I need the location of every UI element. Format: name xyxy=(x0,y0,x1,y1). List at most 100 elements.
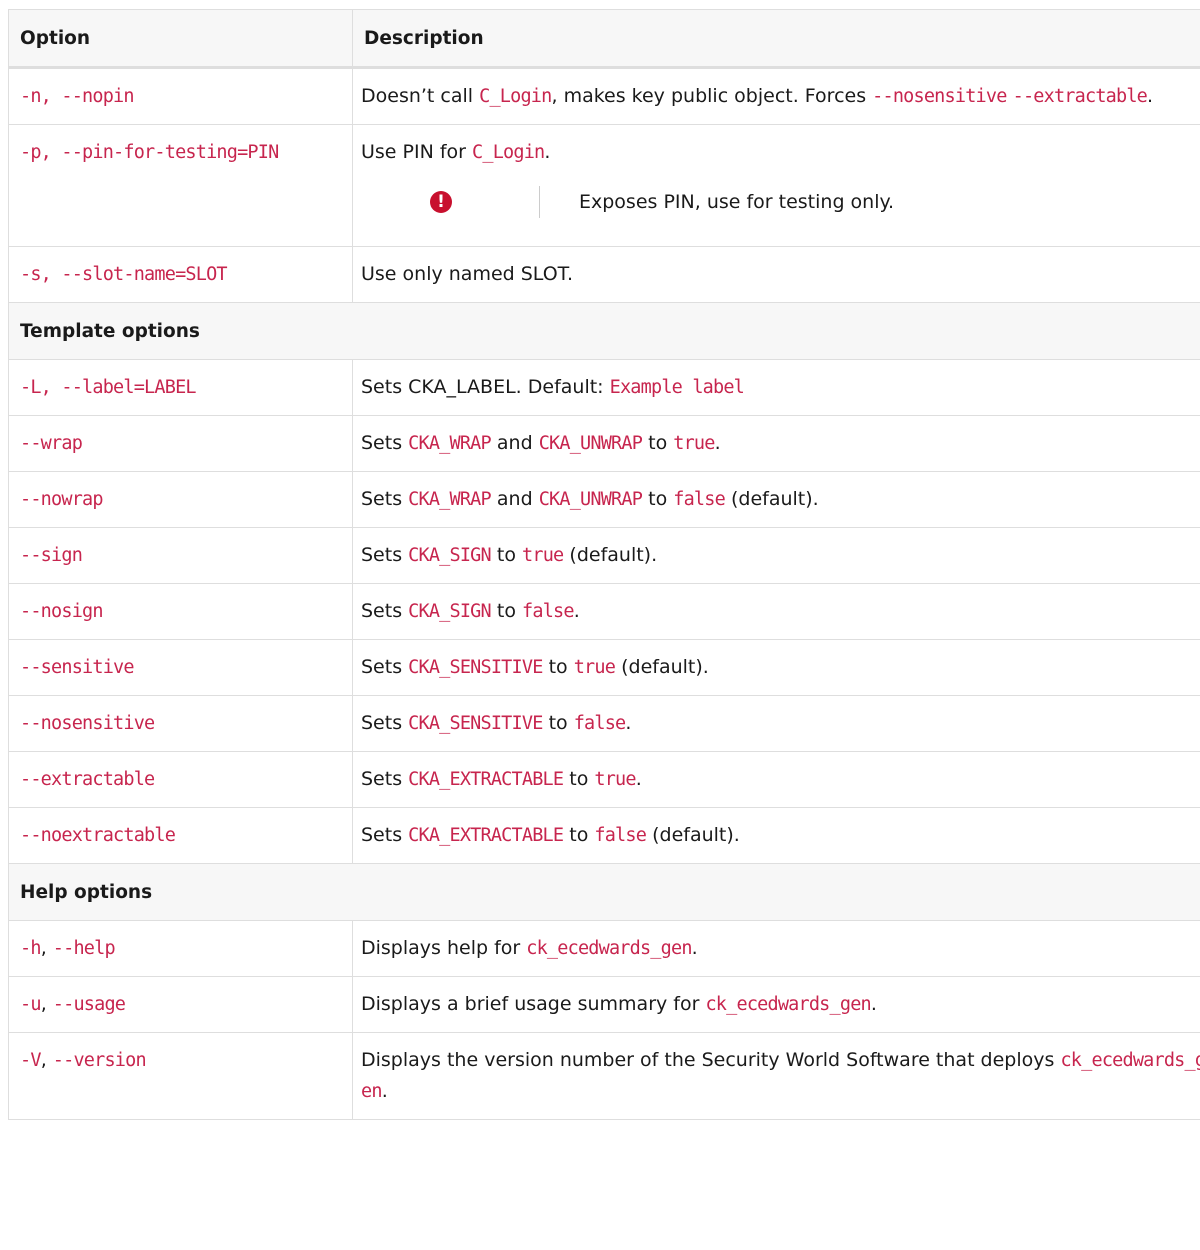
text-fragment: . xyxy=(625,712,632,734)
option-name: --sign xyxy=(20,545,83,566)
option-name: --extractable xyxy=(20,769,155,790)
text-fragment: , makes key public object. Forces xyxy=(551,85,873,107)
text-fragment: . xyxy=(714,432,721,454)
option-name: --wrap xyxy=(20,433,83,454)
table-row: --sensitive Sets CKA_SENSITIVE to true (d… xyxy=(8,639,1200,696)
description-cell: Sets CKA_LABEL. Default: Example label xyxy=(352,359,1200,416)
option-name: --nosensitive xyxy=(20,713,155,734)
description-cell: Displays a brief usage summary for ck_ec… xyxy=(352,976,1200,1033)
table-row: -L, --label=LABEL Sets CKA_LABEL. Default… xyxy=(8,359,1200,416)
text-fragment: Sets xyxy=(361,712,409,734)
text-fragment: (default). xyxy=(724,488,819,510)
table-row: -V, --version Displays the version number… xyxy=(8,1032,1200,1120)
table-row: --nosensitive Sets CKA_SENSITIVE to false… xyxy=(8,695,1200,752)
text-fragment: . xyxy=(691,937,698,959)
text-fragment: . xyxy=(381,1080,388,1102)
text-fragment: to xyxy=(563,768,595,790)
text-fragment: (default). xyxy=(646,824,740,846)
text-fragment: Displays the version number of the Secur… xyxy=(361,1049,1061,1071)
inline-code: --help xyxy=(52,938,116,959)
description-cell: Displays help for ck_ecedwards_gen. xyxy=(352,920,1200,977)
text-fragment: Sets xyxy=(361,656,409,678)
inline-code: --nosensitive xyxy=(872,86,1007,107)
inline-code: -V xyxy=(20,1050,41,1071)
text-fragment: to xyxy=(642,432,674,454)
option-name: -n, --nopin xyxy=(20,86,135,107)
table-row: -n, --nopin Doesn’t call C_Login, makes k… xyxy=(8,67,1200,125)
option-cell: -p, --pin-for-testing=PIN xyxy=(8,124,353,247)
option-cell: -n, --nopin xyxy=(8,67,353,125)
inline-code: true xyxy=(573,657,616,678)
text-fragment: Sets xyxy=(361,432,409,454)
text-fragment: Sets xyxy=(361,600,409,622)
inline-code: ck_ecedwards_gen xyxy=(705,994,871,1015)
text-fragment: , xyxy=(40,1049,53,1071)
text-fragment: to xyxy=(542,712,574,734)
inline-code: CKA_EXTRACTABLE xyxy=(408,769,564,790)
text-fragment: Sets CKA_LABEL. Default: xyxy=(361,376,610,398)
description-cell: Displays the version number of the Secur… xyxy=(352,1032,1200,1120)
option-cell: --nosign xyxy=(8,583,353,640)
options-table: Option Description -n, --nopin Doesn’t ca… xyxy=(8,9,1200,1120)
table-row: -p, --pin-for-testing=PIN Use PIN for C_L… xyxy=(8,124,1200,247)
option-name: --nosign xyxy=(20,601,104,622)
option-name: -L, --label=LABEL xyxy=(20,377,197,398)
table-row: --nowrap Sets CKA_WRAP and CKA_UNWRAP to … xyxy=(8,471,1200,528)
table-row: --sign Sets CKA_SIGN to true (default). xyxy=(8,527,1200,584)
inline-code: false xyxy=(673,489,725,510)
description-cell: Sets CKA_SENSITIVE to false. xyxy=(352,695,1200,752)
inline-code: CKA_SENSITIVE xyxy=(408,657,543,678)
text-fragment: to xyxy=(490,544,523,566)
text-fragment: Use PIN for xyxy=(361,141,473,163)
text-fragment: Sets xyxy=(361,488,409,510)
table-row: --wrap Sets CKA_WRAP and CKA_UNWRAP to tr… xyxy=(8,415,1200,472)
inline-code: CKA_SENSITIVE xyxy=(408,713,543,734)
description-cell: Sets CKA_WRAP and CKA_UNWRAP to true. xyxy=(352,415,1200,472)
description-cell: Sets CKA_EXTRACTABLE to true. xyxy=(352,751,1200,808)
text-fragment: Sets xyxy=(361,544,409,566)
inline-code: -h xyxy=(20,938,41,959)
text-fragment: Displays help for xyxy=(361,937,527,959)
section-help-options: Help options xyxy=(8,863,1200,921)
option-name: -s, --slot-name=SLOT xyxy=(20,264,228,285)
option-name: --sensitive xyxy=(20,657,135,678)
text-fragment: Displays a brief usage summary for xyxy=(361,993,706,1015)
text-fragment: to xyxy=(490,600,523,622)
option-cell: -L, --label=LABEL xyxy=(8,359,353,416)
inline-code: false xyxy=(594,825,647,846)
table-row: -h, --help Displays help for ck_ecedwards… xyxy=(8,920,1200,977)
text-fragment: to xyxy=(563,824,595,846)
text-fragment: (default). xyxy=(563,544,658,566)
inline-code: true xyxy=(673,433,715,454)
exclamation-circle-icon: ! xyxy=(430,191,452,213)
option-cell: -h, --help xyxy=(8,920,353,977)
section-template-options: Template options xyxy=(8,302,1200,360)
inline-code: C_Login xyxy=(479,86,552,107)
header-option: Option xyxy=(8,9,353,69)
text-fragment: and xyxy=(490,488,539,510)
text-fragment: Use only named SLOT. xyxy=(361,263,574,285)
inline-code: -u xyxy=(20,994,41,1015)
description-cell: Doesn’t call C_Login, makes key public o… xyxy=(352,67,1200,125)
text-fragment: . xyxy=(635,768,642,790)
inline-code: Example label xyxy=(609,377,745,398)
table-row: --noextractable Sets CKA_EXTRACTABLE to f… xyxy=(8,807,1200,864)
inline-code: false xyxy=(522,601,574,622)
description-cell: Sets CKA_WRAP and CKA_UNWRAP to false (d… xyxy=(352,471,1200,528)
inline-code: CKA_SIGN xyxy=(408,545,492,566)
note-divider xyxy=(539,186,540,218)
option-name: -p, --pin-for-testing=PIN xyxy=(20,142,279,163)
header-description: Description xyxy=(352,9,1200,69)
option-cell: --sign xyxy=(8,527,353,584)
text-fragment: to xyxy=(642,488,674,510)
option-cell: -s, --slot-name=SLOT xyxy=(8,246,353,303)
text-fragment: . xyxy=(573,600,580,622)
description-cell: Sets CKA_SIGN to true (default). xyxy=(352,527,1200,584)
inline-code: CKA_WRAP xyxy=(408,433,492,454)
description-cell: Sets CKA_SIGN to false. xyxy=(352,583,1200,640)
option-cell: --extractable xyxy=(8,751,353,808)
table-row: -u, --usage Displays a brief usage summar… xyxy=(8,976,1200,1033)
option-cell: -u, --usage xyxy=(8,976,353,1033)
option-cell: --nowrap xyxy=(8,471,353,528)
table-row: --extractable Sets CKA_EXTRACTABLE to tru… xyxy=(8,751,1200,808)
